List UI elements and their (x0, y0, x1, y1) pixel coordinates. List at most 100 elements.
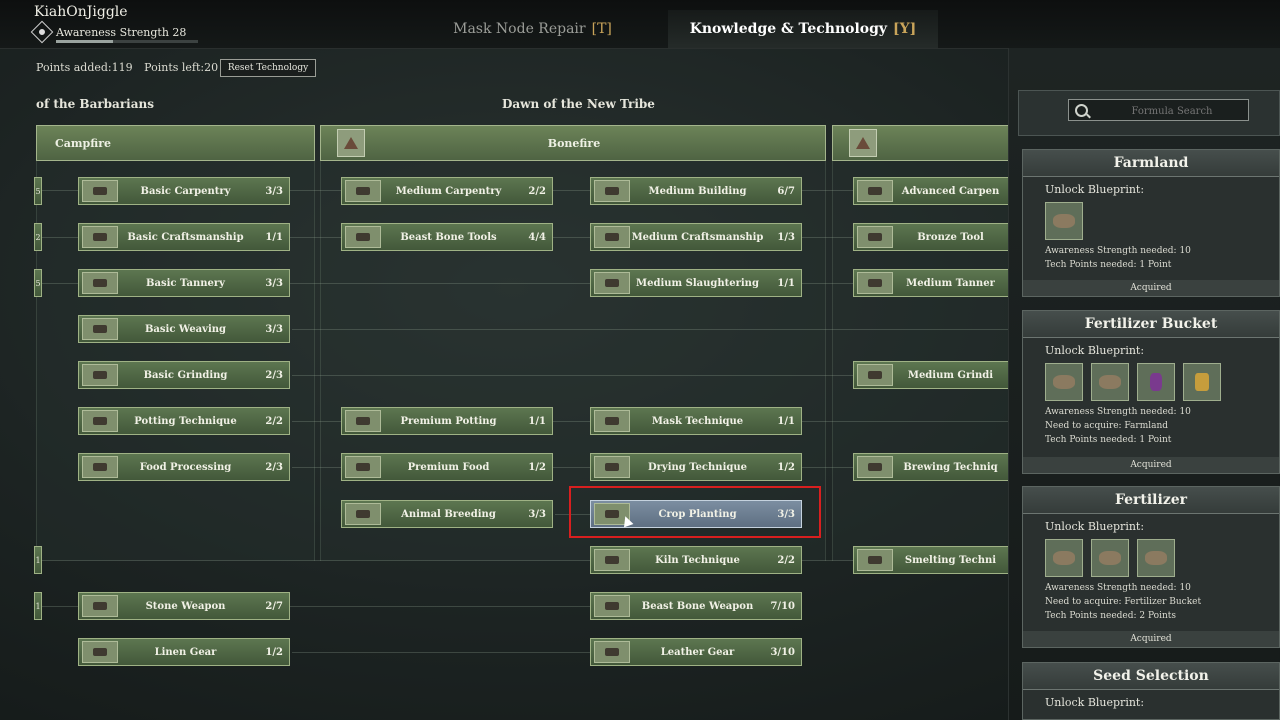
tech-node-medium-craftsmanship[interactable]: Medium Craftsmanship 1/3 (590, 223, 802, 251)
awareness-strength: Awareness Strength 28 (30, 20, 186, 44)
tech-name: Beast Bone Tools (400, 231, 497, 243)
blueprint-card-fertilizer-bucket[interactable]: Fertilizer Bucket Unlock Blueprint: Awar… (1022, 310, 1280, 474)
tech-node-medium-grinding[interactable]: Medium Grindi (853, 361, 1009, 389)
tech-node-mask-technique[interactable]: Mask Technique 1/1 (590, 407, 802, 435)
spear-icon (594, 595, 630, 617)
tech-progress: 2/7 (265, 600, 283, 612)
jar-blueprint-icon[interactable] (1183, 363, 1221, 401)
tech-name: Leather Gear (660, 646, 735, 658)
tech-node-basic-weaving[interactable]: Basic Weaving 3/3 (78, 315, 290, 343)
blueprint-card-farmland[interactable]: Farmland Unlock Blueprint: Awareness Str… (1022, 149, 1280, 297)
blueprint-card-fertilizer[interactable]: Fertilizer Unlock Blueprint: Awareness S… (1022, 486, 1280, 648)
tab-knowledge-technology[interactable]: Knowledge & Technology [Y] (668, 10, 938, 48)
tech-node-food-processing[interactable]: Food Processing 2/3 (78, 453, 290, 481)
tech-name: Basic Grinding (143, 369, 228, 381)
offscreen-node[interactable]: 5 (34, 177, 42, 205)
tech-progress: 2/2 (265, 415, 283, 427)
awareness-requirement: Awareness Strength needed: 10 (1045, 407, 1191, 417)
tier-icon (849, 129, 877, 157)
bucket-blueprint-icon[interactable] (1091, 363, 1129, 401)
tier-campfire: Campfire (36, 125, 315, 161)
tech-name: Bronze Tool (917, 231, 984, 243)
fertilizer-bowl-icon[interactable] (1045, 539, 1083, 577)
awareness-requirement: Awareness Strength needed: 10 (1045, 246, 1191, 256)
tab-mask-node-repair[interactable]: Mask Node Repair [T] (430, 10, 635, 48)
tech-node-medium-building[interactable]: Medium Building 6/7 (590, 177, 802, 205)
tech-node-basic-grinding[interactable]: Basic Grinding 2/3 (78, 361, 290, 389)
acquired-status: Acquired (1023, 457, 1279, 473)
tech-progress: 1/2 (528, 461, 546, 473)
slaughter-icon (594, 272, 630, 294)
tech-node-drying-technique[interactable]: Drying Technique 1/2 (590, 453, 802, 481)
tier-label: Bonefire (547, 136, 601, 150)
offscreen-node[interactable]: 1 (34, 592, 42, 620)
tech-progress: 2/3 (265, 369, 283, 381)
tech-node-premium-food[interactable]: Premium Food 1/2 (341, 453, 553, 481)
tech-name: Beast Bone Weapon (641, 600, 754, 612)
pen-icon (345, 503, 381, 525)
weaving-icon (82, 318, 118, 340)
tech-node-advanced-carpentry[interactable]: Advanced Carpen (853, 177, 1009, 205)
points-added: Points added:119 (36, 61, 133, 74)
pickaxe-icon (857, 226, 893, 248)
blueprint-card-seed-selection[interactable]: Seed Selection Unlock Blueprint: (1022, 662, 1280, 720)
tech-progress: 3/3 (265, 277, 283, 289)
drying-icon (594, 456, 630, 478)
offscreen-node[interactable]: 1 (34, 546, 42, 574)
tech-progress: 1/1 (777, 415, 795, 427)
tech-progress: 1/2 (777, 461, 795, 473)
offscreen-node[interactable]: 5 (34, 269, 42, 297)
fertilizer-bowl-icon[interactable] (1137, 539, 1175, 577)
carpentry-icon (345, 180, 381, 202)
offscreen-node[interactable]: 2 (34, 223, 42, 251)
tech-node-medium-slaughtering[interactable]: Medium Slaughtering 1/1 (590, 269, 802, 297)
tech-node-basic-craftsmanship[interactable]: Basic Craftsmanship 1/1 (78, 223, 290, 251)
tech-node-beast-bone-weapon[interactable]: Beast Bone Weapon 7/10 (590, 592, 802, 620)
tech-node-bronze-tool[interactable]: Bronze Tool (853, 223, 1009, 251)
tech-node-leather-gear[interactable]: Leather Gear 3/10 (590, 638, 802, 666)
tech-node-medium-tannery[interactable]: Medium Tanner (853, 269, 1009, 297)
tech-node-stone-weapon[interactable]: Stone Weapon 2/7 (78, 592, 290, 620)
tech-node-smelting-technique[interactable]: Smelting Techni (853, 546, 1009, 574)
tech-node-linen-gear[interactable]: Linen Gear 1/2 (78, 638, 290, 666)
tech-node-beast-bone-tools[interactable]: Beast Bone Tools 4/4 (341, 223, 553, 251)
acquired-status: Acquired (1023, 631, 1279, 647)
tech-node-animal-breeding[interactable]: Animal Breeding 3/3 (341, 500, 553, 528)
tech-progress: 2/3 (265, 461, 283, 473)
mushroom-blueprint-icon[interactable] (1045, 363, 1083, 401)
tech-progress: 3/3 (265, 185, 283, 197)
card-title: Seed Selection (1023, 663, 1279, 690)
farmland-blueprint-icon[interactable] (1045, 202, 1083, 240)
tech-name: Smelting Techni (904, 554, 997, 566)
tech-name: Animal Breeding (401, 508, 496, 520)
tier-next (832, 125, 1010, 161)
tech-node-brewing-technique[interactable]: Brewing Techniq (853, 453, 1009, 481)
smelting-icon (857, 549, 893, 571)
reset-technology-button[interactable]: Reset Technology (220, 59, 316, 77)
tab-label: Knowledge & Technology (689, 21, 888, 37)
tech-points-requirement: Tech Points needed: 1 Point (1045, 260, 1172, 270)
brewing-icon (857, 456, 893, 478)
acquired-status: Acquired (1023, 280, 1279, 296)
clothing-icon (82, 641, 118, 663)
food-icon (82, 456, 118, 478)
formula-search[interactable] (1068, 99, 1249, 121)
tech-points-requirement: Tech Points needed: 2 Points (1045, 611, 1177, 621)
tech-node-basic-carpentry[interactable]: Basic Carpentry 3/3 (78, 177, 290, 205)
clothing-icon (594, 641, 630, 663)
era-heading-new-tribe: Dawn of the New Tribe (502, 97, 655, 111)
fertilizer-bowl-icon[interactable] (1091, 539, 1129, 577)
tech-node-kiln-technique[interactable]: Kiln Technique 2/2 (590, 546, 802, 574)
tech-node-premium-potting[interactable]: Premium Potting 1/1 (341, 407, 553, 435)
tech-progress: 1/2 (265, 646, 283, 658)
tech-name: Basic Weaving (144, 323, 227, 335)
potion-blueprint-icon[interactable] (1137, 363, 1175, 401)
tech-name: Premium Potting (400, 415, 497, 427)
formula-search-input[interactable] (1095, 102, 1249, 120)
tech-node-potting-technique[interactable]: Potting Technique 2/2 (78, 407, 290, 435)
food-icon (345, 456, 381, 478)
points-summary: Points added:119 Points left:20 (36, 61, 226, 74)
tech-node-medium-carpentry[interactable]: Medium Carpentry 2/2 (341, 177, 553, 205)
tech-node-basic-tannery[interactable]: Basic Tannery 3/3 (78, 269, 290, 297)
tech-progress: 1/1 (265, 231, 283, 243)
